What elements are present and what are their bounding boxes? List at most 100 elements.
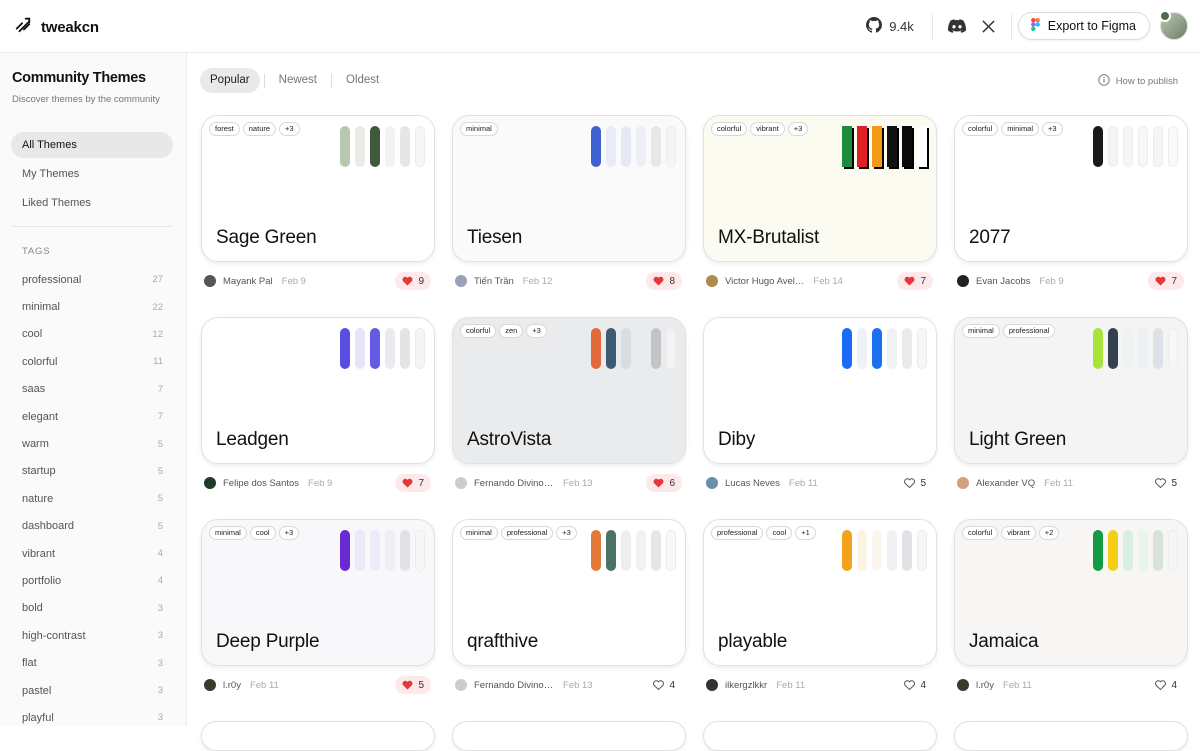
author-name[interactable]: Felipe dos Santos bbox=[223, 478, 299, 489]
publish-date: Feb 12 bbox=[522, 275, 553, 287]
color-swatch bbox=[650, 530, 661, 571]
tag-filter-item[interactable]: flat 3 bbox=[22, 649, 163, 676]
color-swatch bbox=[1152, 328, 1163, 369]
discord-icon[interactable] bbox=[947, 16, 967, 36]
author-name[interactable]: Tiến Trần bbox=[474, 276, 514, 287]
author-avatar bbox=[204, 679, 216, 691]
tag-filter-item[interactable]: high-contrast 3 bbox=[22, 622, 163, 649]
tag-name: saas bbox=[22, 383, 46, 396]
color-swatches bbox=[339, 530, 425, 571]
theme-tag-badge: vibrant bbox=[1001, 526, 1036, 540]
like-button[interactable]: 5 bbox=[395, 676, 431, 694]
brand-logo-link[interactable]: tweakcn bbox=[14, 16, 99, 39]
theme-preview[interactable]: minimal professional Light Green bbox=[954, 317, 1188, 464]
tag-filter-item[interactable]: warm 5 bbox=[22, 430, 163, 457]
sort-popular-tab[interactable]: Popular bbox=[200, 68, 260, 93]
tag-filter-item[interactable]: bold 3 bbox=[22, 595, 163, 622]
like-button[interactable]: 7 bbox=[1148, 272, 1184, 290]
tag-count: 3 bbox=[157, 685, 163, 697]
theme-preview[interactable]: colorful vibrant +3 MX-Brutalist bbox=[703, 115, 937, 262]
author-name[interactable]: Evan Jacobs bbox=[976, 276, 1030, 287]
theme-preview[interactable]: Leadgen bbox=[201, 317, 435, 464]
user-avatar[interactable] bbox=[1159, 10, 1188, 40]
author-name[interactable]: l.r0y bbox=[223, 680, 241, 691]
publish-date: Feb 11 bbox=[1002, 679, 1032, 691]
theme-tags: colorful vibrant +2 bbox=[962, 526, 1060, 540]
like-button[interactable]: 6 bbox=[646, 474, 682, 492]
color-swatch bbox=[590, 530, 601, 571]
tag-filter-item[interactable]: portfolio 4 bbox=[22, 567, 163, 594]
color-swatch bbox=[886, 328, 897, 369]
color-swatch bbox=[339, 328, 350, 369]
author-name[interactable]: Mayank Pal bbox=[223, 276, 273, 287]
theme-name: MX-Brutalist bbox=[718, 227, 820, 248]
theme-card: colorful vibrant +2 Jamaica l.r0y Feb 11 4 bbox=[954, 519, 1188, 704]
theme-preview[interactable]: colorful vibrant +2 Jamaica bbox=[954, 519, 1188, 666]
github-stars-link[interactable]: 9.4k bbox=[866, 16, 914, 36]
theme-preview[interactable]: colorful zen +3 AstroVista bbox=[452, 317, 686, 464]
tag-filter-item[interactable]: minimal 22 bbox=[22, 293, 163, 320]
color-swatch bbox=[384, 530, 395, 571]
theme-preview[interactable]: forest nature +3 Sage Green bbox=[201, 115, 435, 262]
tag-name: elegant bbox=[22, 410, 59, 423]
tag-filter-item[interactable]: playful 3 bbox=[22, 704, 163, 731]
like-button[interactable]: 4 bbox=[1148, 676, 1184, 694]
theme-meta: Fernando Divino … Feb 13 6 bbox=[452, 464, 686, 502]
author-avatar bbox=[455, 679, 467, 691]
tag-filter-item[interactable]: dashboard 5 bbox=[22, 513, 163, 540]
publish-date: Feb 11 bbox=[249, 679, 279, 691]
nav-my-themes[interactable]: My Themes bbox=[11, 161, 173, 187]
like-button[interactable]: 4 bbox=[897, 676, 933, 694]
author-name[interactable]: Fernando Divino … bbox=[474, 478, 554, 489]
theme-preview[interactable]: professional cool +1 playable bbox=[703, 519, 937, 666]
like-button[interactable]: 8 bbox=[646, 272, 682, 290]
export-to-figma-button[interactable]: Export to Figma bbox=[1017, 12, 1150, 40]
heart-icon bbox=[904, 680, 916, 690]
sort-newest-tab[interactable]: Newest bbox=[269, 68, 327, 93]
nav-all-themes[interactable]: All Themes bbox=[11, 132, 173, 158]
theme-preview[interactable]: minimal Tiesen bbox=[452, 115, 686, 262]
theme-tag-badge: colorful bbox=[962, 526, 999, 540]
theme-preview[interactable]: minimal cool +3 Deep Purple bbox=[201, 519, 435, 666]
x-twitter-icon[interactable] bbox=[979, 16, 999, 36]
author-name[interactable]: Lucas Neves bbox=[725, 478, 780, 489]
tag-filter-item[interactable]: vibrant 4 bbox=[22, 540, 163, 567]
like-button[interactable]: 4 bbox=[646, 676, 682, 694]
color-swatch bbox=[871, 530, 882, 571]
theme-meta: Fernando Divino … Feb 13 4 bbox=[452, 666, 686, 704]
author-name[interactable]: Alexander VQ bbox=[976, 478, 1035, 489]
color-swatch bbox=[1122, 530, 1133, 571]
tag-filter-item[interactable]: cool 12 bbox=[22, 321, 163, 348]
nav-liked-themes[interactable]: Liked Themes bbox=[11, 190, 173, 216]
theme-card: colorful vibrant +3 MX-Brutalist Victor Hugo… bbox=[703, 115, 937, 300]
tag-name: professional bbox=[22, 273, 82, 286]
author-name[interactable]: Victor Hugo Avel… bbox=[725, 276, 804, 287]
tag-filter-item[interactable]: startup 5 bbox=[22, 458, 163, 485]
color-swatch bbox=[916, 126, 927, 167]
tag-filter-item[interactable]: colorful 11 bbox=[22, 348, 163, 375]
tag-filter-item[interactable]: elegant 7 bbox=[22, 403, 163, 430]
like-button[interactable]: 7 bbox=[395, 474, 431, 492]
like-button[interactable]: 5 bbox=[1148, 474, 1184, 492]
how-to-publish-link[interactable]: How to publish bbox=[1097, 74, 1178, 89]
like-button[interactable]: 5 bbox=[897, 474, 933, 492]
color-swatch bbox=[590, 126, 601, 167]
tag-filter-item[interactable]: professional 27 bbox=[22, 266, 163, 293]
color-swatch bbox=[886, 530, 897, 571]
author-name[interactable]: Fernando Divino … bbox=[474, 680, 554, 691]
tag-filter-item[interactable]: nature 5 bbox=[22, 485, 163, 512]
theme-preview[interactable]: Diby bbox=[703, 317, 937, 464]
sort-oldest-tab[interactable]: Oldest bbox=[336, 68, 389, 93]
like-count: 8 bbox=[669, 275, 675, 287]
theme-preview[interactable]: minimal professional +3 qrafthive bbox=[452, 519, 686, 666]
theme-preview[interactable]: colorful minimal +3 2077 bbox=[954, 115, 1188, 262]
main-content: Popular Newest Oldest How to publish for… bbox=[188, 53, 1200, 751]
like-button[interactable]: 9 bbox=[395, 272, 431, 290]
publish-date: Feb 13 bbox=[563, 679, 593, 691]
like-button[interactable]: 7 bbox=[897, 272, 933, 290]
color-swatch bbox=[1107, 530, 1118, 571]
tag-filter-item[interactable]: saas 7 bbox=[22, 376, 163, 403]
tag-filter-item[interactable]: pastel 3 bbox=[22, 677, 163, 704]
author-name[interactable]: ilkergzlkkr bbox=[725, 680, 767, 691]
author-name[interactable]: l.r0y bbox=[976, 680, 994, 691]
